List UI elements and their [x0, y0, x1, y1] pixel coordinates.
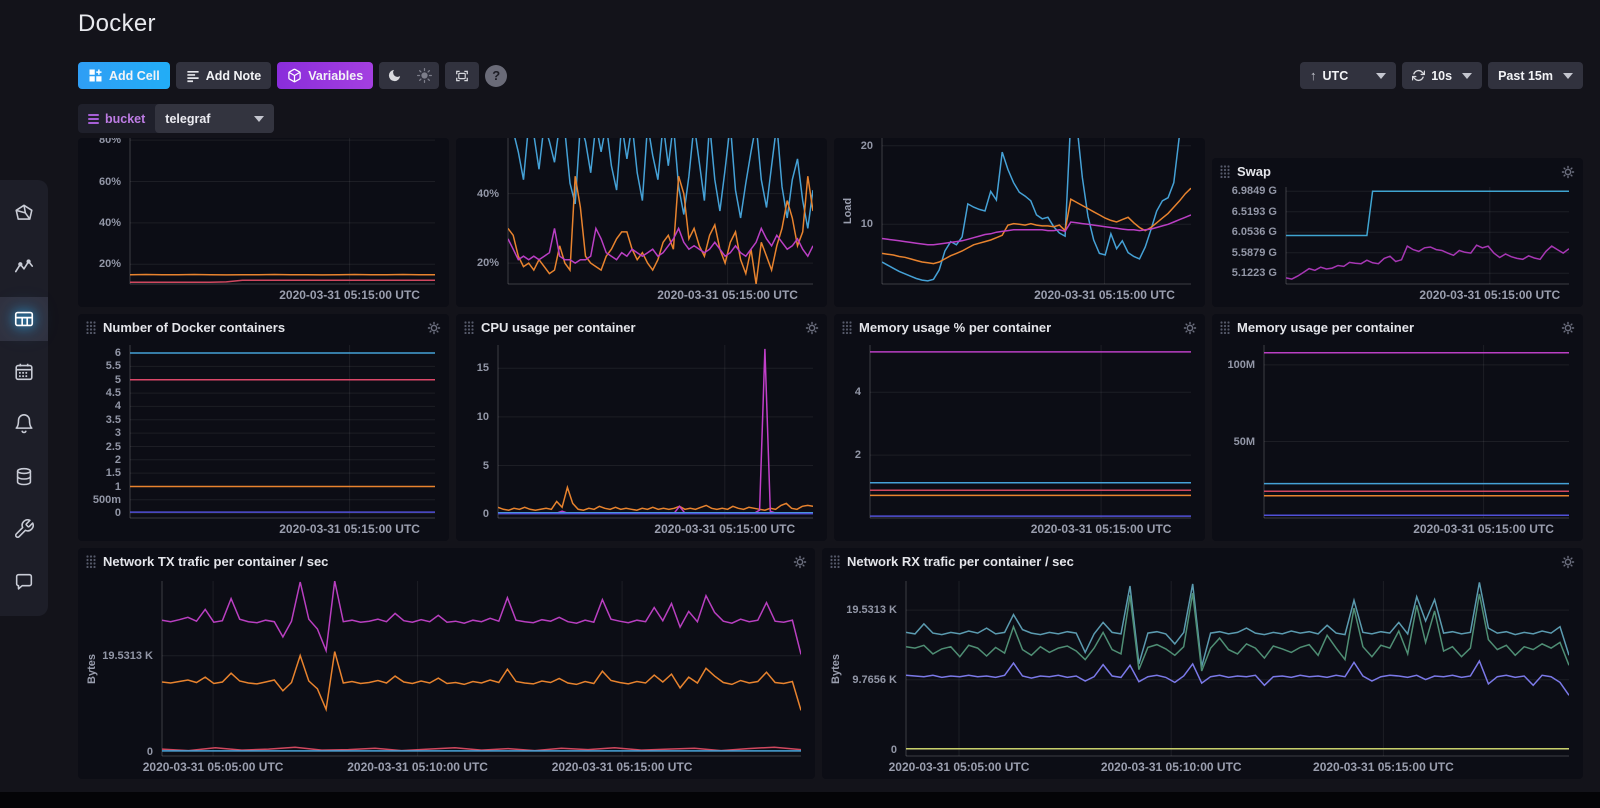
dashboard-toolbar: Add Cell Add Note Variables ?: [78, 62, 507, 89]
chart-swap[interactable]: 5.1223 G5.5879 G6.0536 G6.5193 G6.9849 G…: [1218, 181, 1577, 305]
cell-title: Swap: [1237, 164, 1271, 179]
timezone-dropdown[interactable]: ↑ UTC: [1300, 62, 1396, 89]
calendar-icon: [13, 361, 35, 383]
cell-header: Network TX trafic per container / sec: [84, 548, 809, 571]
variable-value-dropdown[interactable]: telegraf: [155, 104, 274, 133]
chart-usage-percent[interactable]: 20%40%60%80%2020-03-31 05:15:00 UTC: [84, 138, 443, 305]
cell-swap: Swap 5.1223 G5.5879 G6.0536 G6.5193 G6.9…: [1212, 158, 1583, 307]
refresh-icon: [1412, 69, 1425, 82]
cell-containers: Number of Docker containers 0500m11.522.…: [78, 314, 449, 541]
sidebar-item-settings[interactable]: [0, 507, 48, 551]
chart-containers[interactable]: 0500m11.522.533.544.555.562020-03-31 05:…: [84, 337, 443, 539]
presentation-mode-button[interactable]: [445, 62, 479, 89]
add-note-button[interactable]: Add Note: [176, 62, 272, 89]
gear-icon[interactable]: [1183, 321, 1197, 335]
sidebar-item-alerts[interactable]: [0, 402, 48, 446]
cell-header: Network RX trafic per container / sec: [828, 548, 1577, 571]
refresh-interval-dropdown[interactable]: 10s: [1402, 62, 1482, 89]
timezone-icon: ↑: [1310, 68, 1317, 83]
drag-handle-icon[interactable]: [86, 555, 96, 568]
gear-icon[interactable]: [805, 321, 819, 335]
cell-header: Number of Docker containers: [84, 314, 443, 337]
chart-net-rx[interactable]: 09.7656 K19.5313 K2020-03-31 05:05:00 UT…: [828, 571, 1577, 777]
cell-title: Number of Docker containers: [103, 320, 285, 335]
cell-title: Memory usage per container: [1237, 320, 1414, 335]
cell-mem-pct-per-container: Memory usage % per container 242020-03-3…: [834, 314, 1205, 541]
chart-mem-per-container[interactable]: 50M100M2020-03-31 05:15:00 UTC: [1218, 337, 1577, 539]
dashboard-row-3: Network TX trafic per container / sec 01…: [78, 548, 1583, 779]
sidebar-item-dashboards[interactable]: [0, 297, 48, 341]
drag-handle-icon: [88, 114, 99, 124]
drag-handle-icon[interactable]: [842, 321, 852, 334]
chart-net-tx[interactable]: 019.5313 K2020-03-31 05:05:00 UTC2020-03…: [84, 571, 809, 777]
cell-cpu-per-container: CPU usage per container 0510152020-03-31…: [456, 314, 827, 541]
drag-handle-icon[interactable]: [1220, 165, 1230, 178]
cell-header: Memory usage per container: [1218, 314, 1577, 337]
sidebar-item-data-explorer[interactable]: [0, 245, 48, 289]
cell-mem-per-container: Memory usage per container 50M100M2020-0…: [1212, 314, 1583, 541]
variables-bar: bucket telegraf: [78, 104, 274, 133]
cell-load: 10202020-03-31 05:15:00 UTCLoad: [834, 138, 1205, 307]
variables-cube-icon: [287, 68, 302, 83]
nav-sidebar: [0, 180, 48, 616]
dashboard-grid: 20%40%60%80%2020-03-31 05:15:00 UTC 20%4…: [78, 138, 1583, 786]
data-explorer-icon: [13, 256, 35, 278]
time-controls: ↑ UTC 10s Past 15m: [1300, 62, 1583, 89]
add-cell-icon: [88, 68, 103, 83]
chart-cpu-percent[interactable]: 20%40%2020-03-31 05:15:00 UTC: [462, 138, 821, 305]
sidebar-item-feedback[interactable]: [0, 560, 48, 604]
database-icon: [13, 466, 35, 488]
gear-icon[interactable]: [427, 321, 441, 335]
cell-header: Memory usage % per container: [840, 314, 1199, 337]
dashboard-row-1: 20%40%60%80%2020-03-31 05:15:00 UTC 20%4…: [78, 138, 1583, 307]
cell-title: CPU usage per container: [481, 320, 636, 335]
gear-icon[interactable]: [793, 555, 807, 569]
sidebar-item-load-data[interactable]: [0, 455, 48, 499]
cell-net-tx: Network TX trafic per container / sec 01…: [78, 548, 815, 779]
add-cell-button[interactable]: Add Cell: [78, 62, 170, 89]
drag-handle-icon[interactable]: [464, 321, 474, 334]
chevron-down-icon: [1376, 73, 1386, 79]
presentation-mode-icon: [455, 69, 469, 83]
chart-mem-pct-per-container[interactable]: 242020-03-31 05:15:00 UTC: [840, 337, 1199, 539]
add-note-icon: [186, 69, 200, 83]
chart-load[interactable]: 10202020-03-31 05:15:00 UTCLoad: [840, 138, 1199, 305]
chat-bubble-icon: [13, 571, 35, 593]
drag-handle-icon[interactable]: [1220, 321, 1230, 334]
theme-toggle: [379, 62, 439, 89]
cell-title: Memory usage % per container: [859, 320, 1051, 335]
drag-handle-icon[interactable]: [86, 321, 96, 334]
dashboard-row-2: Number of Docker containers 0500m11.522.…: [78, 314, 1583, 541]
gear-icon[interactable]: [1561, 165, 1575, 179]
gear-icon[interactable]: [1561, 321, 1575, 335]
variable-chip-bucket: bucket telegraf: [78, 104, 274, 133]
gear-icon[interactable]: [1561, 555, 1575, 569]
window-bottom-edge: [0, 792, 1600, 808]
cell-cpu-percent: 20%40%2020-03-31 05:15:00 UTC: [456, 138, 827, 307]
light-mode-sun-icon[interactable]: [409, 62, 439, 89]
variable-label[interactable]: bucket: [78, 112, 155, 126]
chevron-down-icon: [254, 116, 264, 122]
dashboards-icon: [13, 308, 35, 330]
variables-button[interactable]: Variables: [277, 62, 373, 89]
cell-net-rx: Network RX trafic per container / sec 09…: [822, 548, 1583, 779]
drag-handle-icon[interactable]: [830, 555, 840, 568]
chart-cpu-per-container[interactable]: 0510152020-03-31 05:15:00 UTC: [462, 337, 821, 539]
bell-icon: [13, 413, 35, 435]
time-range-dropdown[interactable]: Past 15m: [1488, 62, 1583, 89]
dark-mode-moon-icon[interactable]: [379, 62, 409, 89]
chevron-down-icon: [1462, 73, 1472, 79]
sidebar-item-influxdb-logo[interactable]: [0, 192, 48, 236]
wrench-icon: [13, 518, 35, 540]
cell-header: CPU usage per container: [462, 314, 821, 337]
sidebar-item-tasks[interactable]: [0, 350, 48, 394]
help-button[interactable]: ?: [485, 65, 507, 87]
influxdb-logo-icon: [13, 203, 35, 225]
cell-title: Network RX trafic per container / sec: [847, 554, 1074, 569]
page-title: Docker: [78, 10, 156, 38]
cell-usage-percent: 20%40%60%80%2020-03-31 05:15:00 UTC: [78, 138, 449, 307]
chevron-down-icon: [1563, 73, 1573, 79]
cell-header: Swap: [1218, 158, 1577, 181]
cell-title: Network TX trafic per container / sec: [103, 554, 328, 569]
